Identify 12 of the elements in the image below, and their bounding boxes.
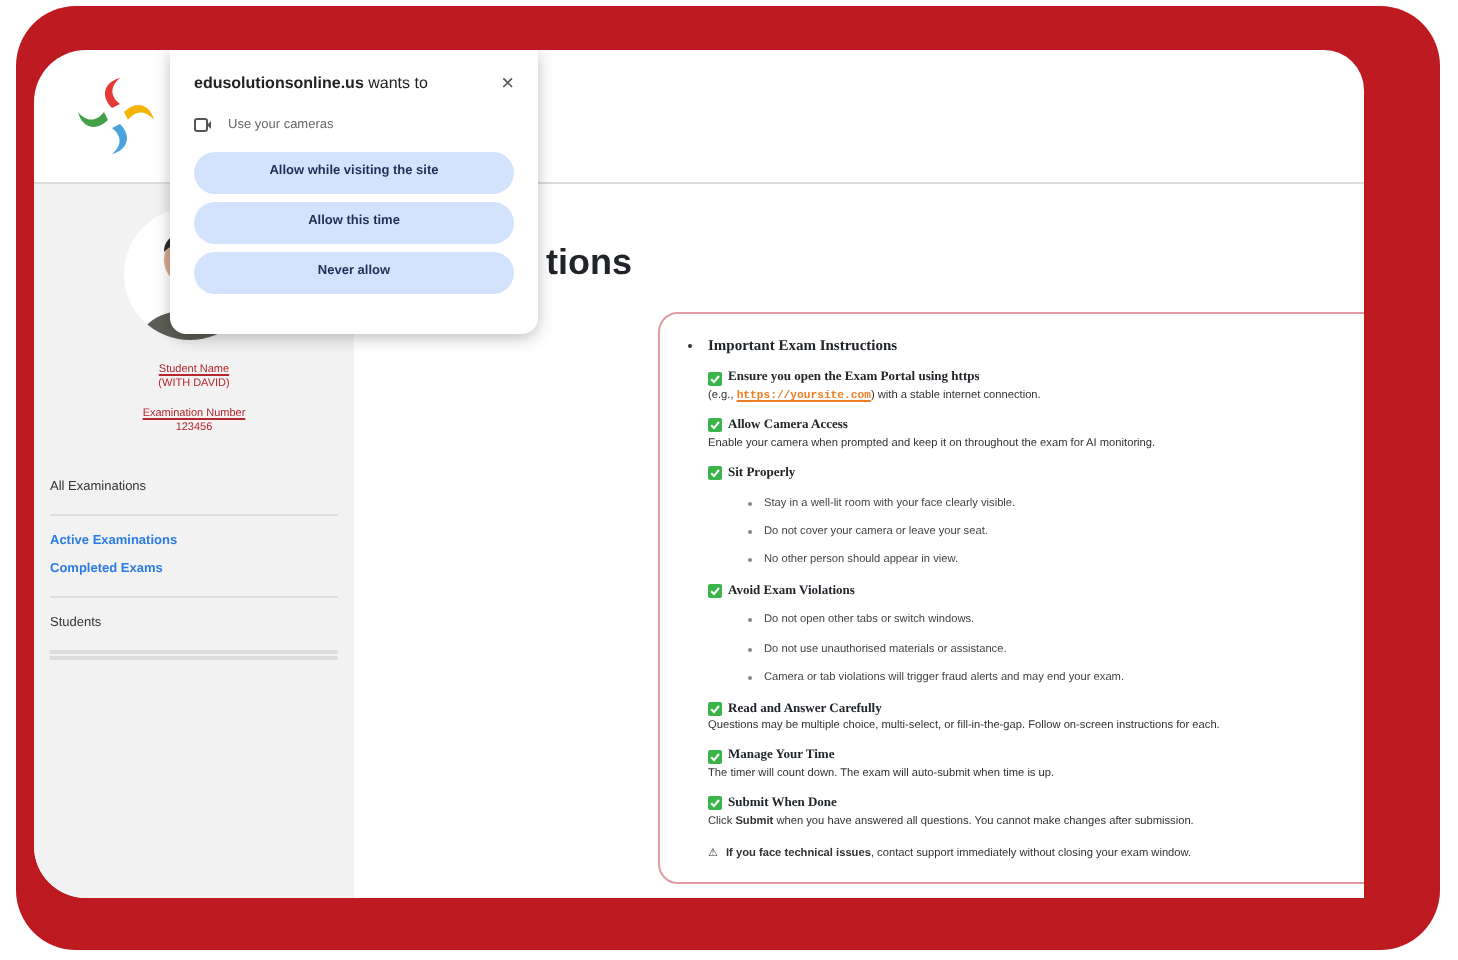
check-icon (708, 584, 722, 599)
check-icon (708, 701, 722, 716)
check-icon (708, 749, 722, 764)
check-icon (708, 418, 722, 433)
popup-title: edusolutionsonline.us wants to (194, 72, 428, 96)
close-button[interactable]: × (501, 73, 514, 95)
camera-icon (194, 118, 212, 133)
check-icon (708, 371, 722, 386)
check-icon (708, 796, 722, 811)
logo-icon (74, 76, 158, 156)
page-heading: tions (546, 244, 634, 280)
check-icon (708, 466, 722, 481)
